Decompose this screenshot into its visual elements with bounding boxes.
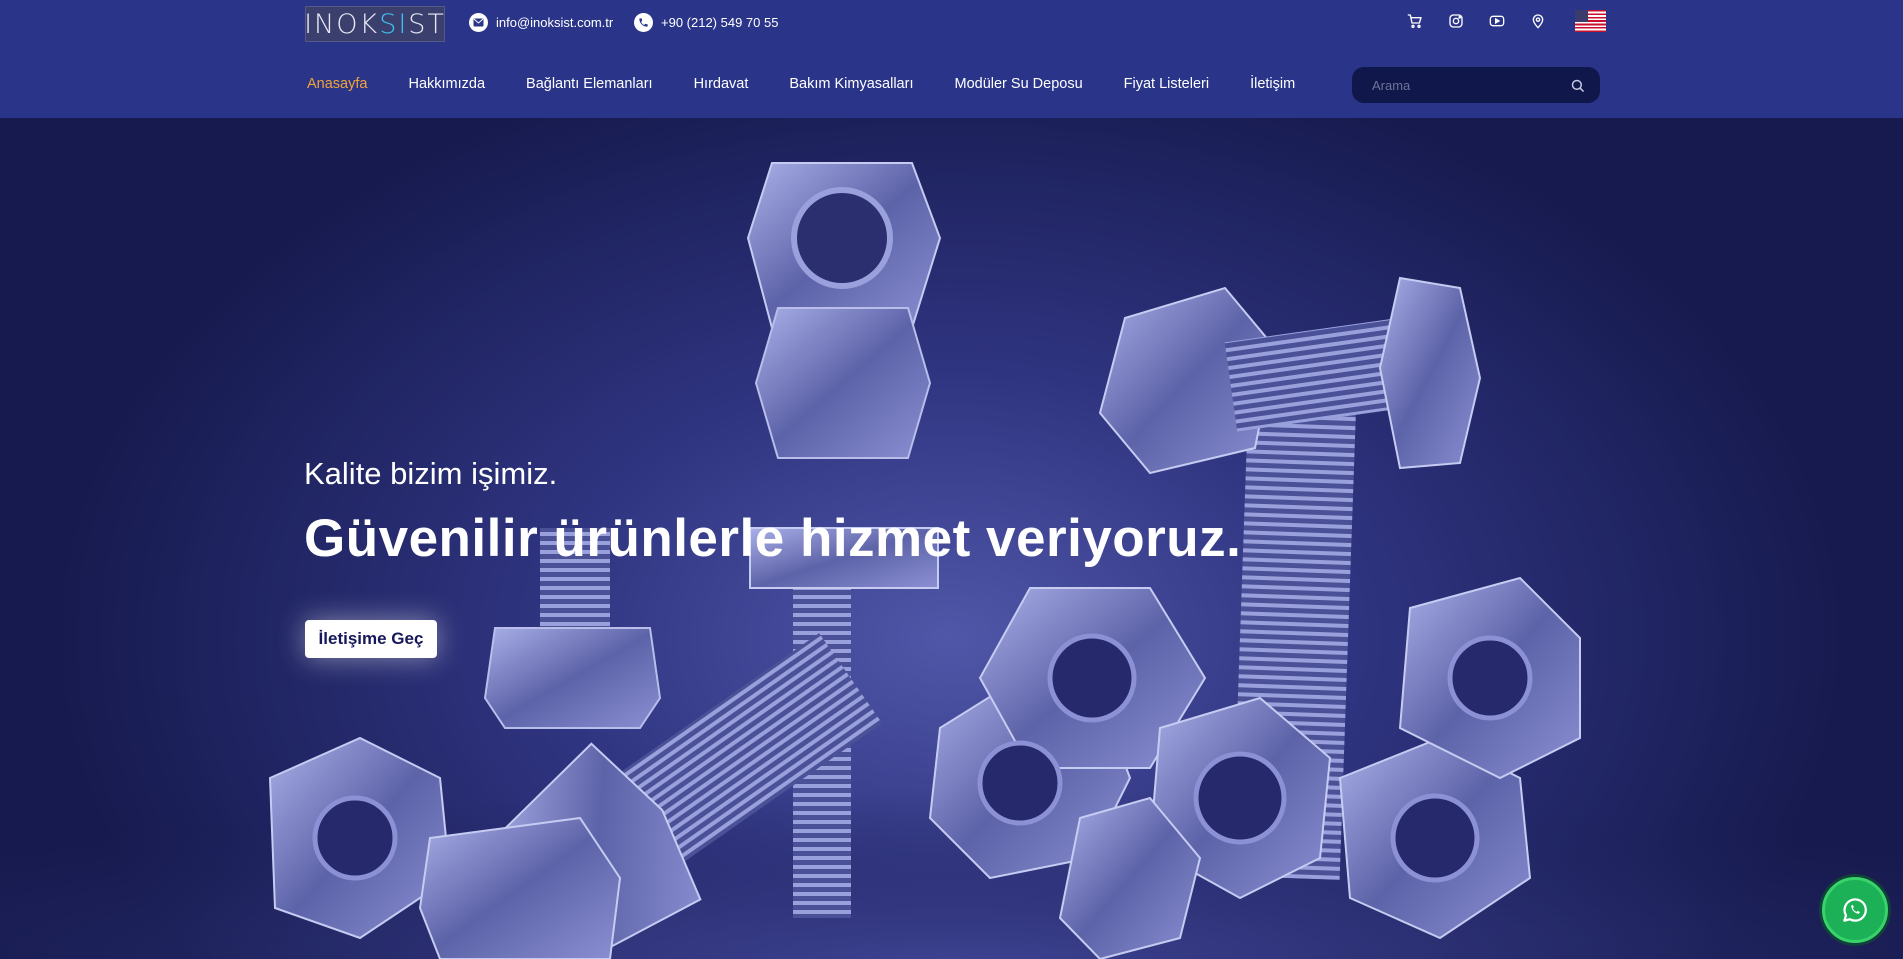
- phone-contact[interactable]: +90 (212) 549 70 55: [634, 13, 778, 32]
- logo-text-start: INOK: [304, 8, 380, 40]
- nav-item-hirdavat[interactable]: Hırdavat: [694, 76, 749, 92]
- search-icon[interactable]: [1568, 76, 1586, 94]
- nav-item-bakim-kimyasallari[interactable]: Bakım Kimyasalları: [789, 76, 913, 92]
- hero-section: Kalite bizim işimiz. Güvenilir ürünlerle…: [0, 118, 1903, 959]
- top-icons: [1405, 10, 1606, 32]
- search-input[interactable]: [1370, 76, 1568, 94]
- phone-icon: [634, 13, 653, 32]
- location-icon[interactable]: [1528, 11, 1548, 31]
- email-icon: [469, 13, 488, 32]
- whatsapp-icon: [1840, 895, 1870, 925]
- hero-subtitle: Kalite bizim işimiz.: [304, 456, 558, 491]
- us-flag-icon[interactable]: [1575, 10, 1606, 32]
- site-logo[interactable]: INOK SI ST: [304, 6, 446, 42]
- top-bar: INOK SI ST info@inoksist.com.tr +90 (212) …: [0, 0, 1903, 48]
- nav-item-iletisim[interactable]: İletişim: [1250, 76, 1295, 92]
- nav-item-fiyat-listeleri[interactable]: Fiyat Listeleri: [1124, 76, 1209, 92]
- nav-item-hakkimizda[interactable]: Hakkımızda: [408, 76, 485, 92]
- contact-cta-button[interactable]: İletişime Geç: [305, 620, 437, 658]
- hero-title: Güvenilir ürünlerle hizmet veriyoruz.: [304, 509, 1242, 568]
- logo-text-end: ST: [408, 8, 446, 40]
- nav-item-moduler-su-deposu[interactable]: Modüler Su Deposu: [954, 76, 1082, 92]
- nav-item-anasayfa[interactable]: Anasayfa: [307, 76, 367, 92]
- whatsapp-button[interactable]: [1822, 877, 1888, 943]
- email-contact[interactable]: info@inoksist.com.tr: [469, 13, 613, 32]
- cart-icon[interactable]: [1405, 11, 1425, 31]
- email-text: info@inoksist.com.tr: [496, 15, 614, 30]
- search-box: [1352, 67, 1600, 103]
- logo-text-highlight: SI: [379, 8, 409, 40]
- youtube-icon[interactable]: [1487, 11, 1507, 31]
- site-header: INOK SI ST info@inoksist.com.tr +90 (212) …: [0, 0, 1903, 118]
- phone-text: +90 (212) 549 70 55: [661, 15, 779, 30]
- instagram-icon[interactable]: [1446, 11, 1466, 31]
- main-nav: Anasayfa Hakkımızda Bağlantı Elemanları …: [307, 76, 1336, 92]
- nav-item-baglanti-elemanlari[interactable]: Bağlantı Elemanları: [526, 76, 653, 92]
